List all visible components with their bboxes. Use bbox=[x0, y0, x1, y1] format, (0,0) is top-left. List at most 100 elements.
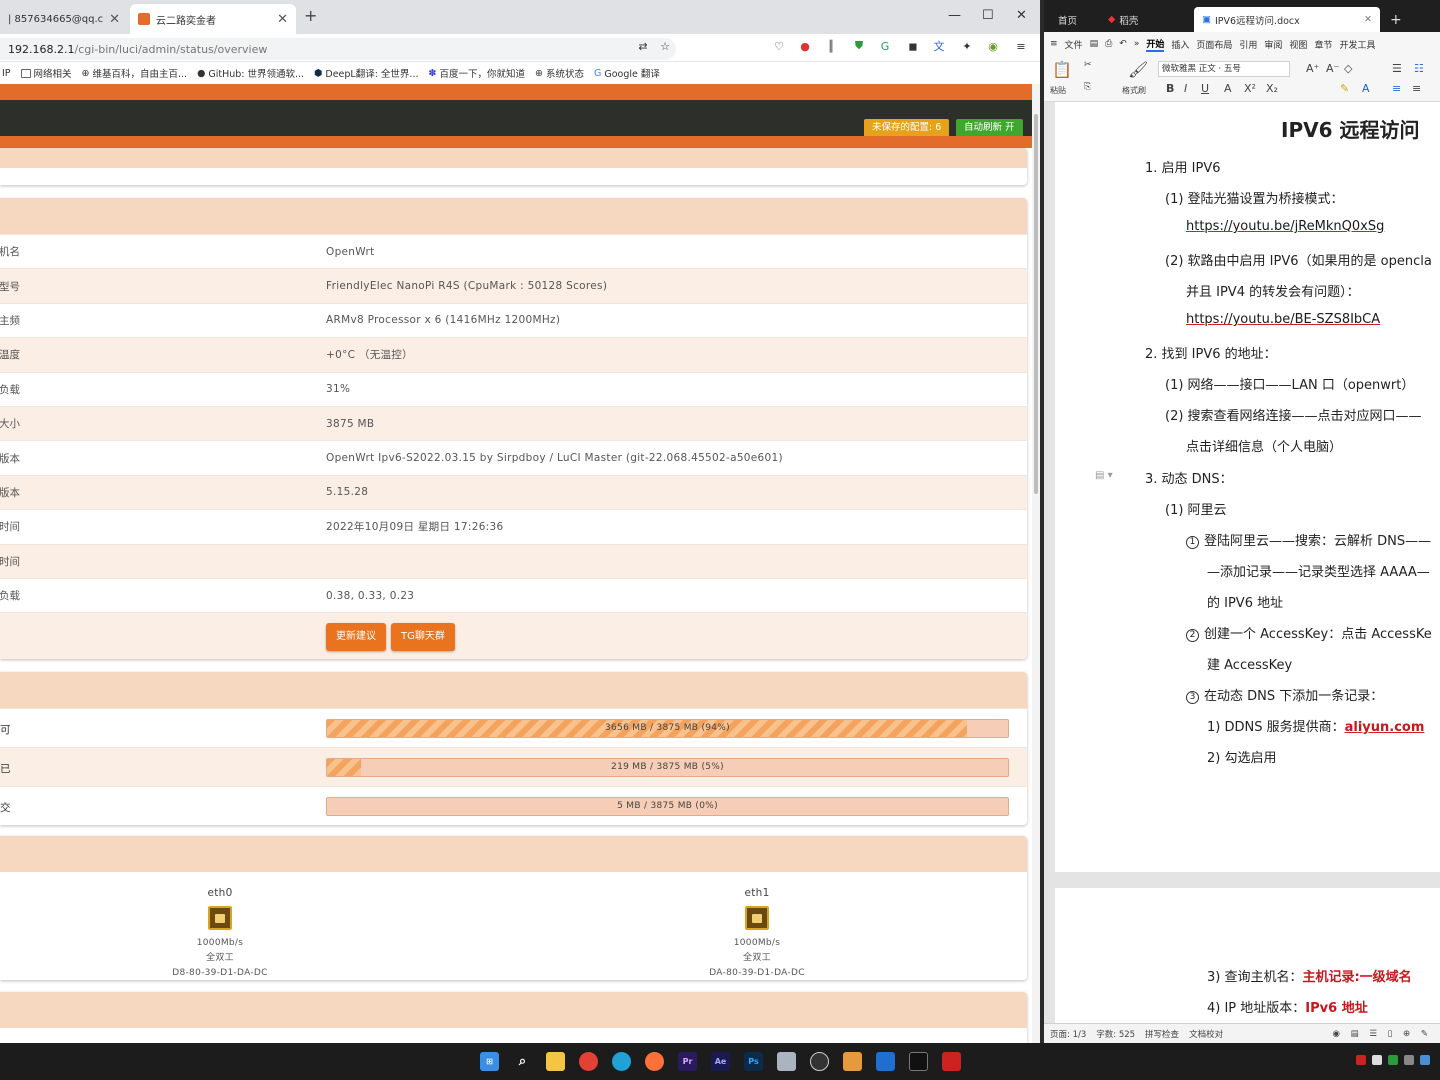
extension-icon[interactable]: ◼ bbox=[906, 39, 920, 53]
font-selector[interactable]: 微软雅黑 正文 · 五号 bbox=[1158, 61, 1290, 77]
menu-icon[interactable]: ≡ bbox=[1050, 39, 1058, 49]
shield-icon[interactable]: ⛊ bbox=[852, 39, 866, 53]
close-icon[interactable]: ✕ bbox=[277, 12, 288, 27]
windows-start-icon[interactable]: ⊞ bbox=[480, 1052, 499, 1071]
proofread-button[interactable]: 文档校对 bbox=[1189, 1028, 1223, 1040]
edge-icon[interactable] bbox=[612, 1052, 631, 1071]
cut-icon[interactable]: ✂ bbox=[1084, 60, 1092, 70]
bookmark-item[interactable]: ⊕ 维基百科，自由主百... bbox=[82, 66, 188, 81]
wps-tab-docer[interactable]: ◆ 稻壳 bbox=[1100, 7, 1146, 32]
align-left-icon[interactable]: ≡ bbox=[1392, 82, 1401, 95]
menu-reference[interactable]: 引用 bbox=[1239, 38, 1257, 51]
view-mode-icons[interactable]: ◉ ▤ ☰ ▯ ⊕ ✎ bbox=[1333, 1029, 1440, 1039]
wps-tab-document[interactable]: ▣ IPV6远程访问.docx ✕ bbox=[1194, 7, 1380, 32]
menu-section[interactable]: 章节 bbox=[1314, 38, 1332, 51]
clear-format-icon[interactable]: ◇ bbox=[1344, 62, 1352, 75]
firefox-icon[interactable] bbox=[645, 1052, 664, 1071]
menu-insert[interactable]: 插入 bbox=[1171, 38, 1189, 51]
wps-icon[interactable] bbox=[942, 1052, 961, 1071]
close-icon[interactable]: ✕ bbox=[109, 12, 120, 27]
unsaved-changes-badge[interactable]: 未保存的配置: 6 bbox=[864, 119, 950, 137]
align-center-icon[interactable]: ≡ bbox=[1412, 82, 1421, 95]
menu-layout[interactable]: 页面布局 bbox=[1196, 38, 1232, 51]
url-field[interactable]: 192.168.2.1/cgi-bin/luci/admin/status/ov… bbox=[0, 38, 676, 60]
bookmark-item[interactable]: G Google 翻译 bbox=[594, 66, 660, 81]
new-tab-button[interactable]: + bbox=[304, 6, 317, 25]
premiere-icon[interactable]: Pr bbox=[678, 1052, 697, 1071]
italic-icon[interactable]: I bbox=[1184, 82, 1187, 95]
new-tab-button[interactable]: + bbox=[1382, 7, 1410, 32]
menu-developer[interactable]: 开发工具 bbox=[1339, 38, 1375, 51]
cloud-tray-icon[interactable] bbox=[1420, 1055, 1430, 1065]
subscript-icon[interactable]: X₂ bbox=[1266, 82, 1278, 95]
security-tray-icon[interactable] bbox=[1388, 1055, 1398, 1065]
bookmark-item[interactable]: ⬢ DeepL翻译: 全世界... bbox=[314, 66, 418, 81]
menu-view[interactable]: 视图 bbox=[1289, 38, 1307, 51]
browser-tab-mail[interactable]: | 857634665@qq.com s ✕ bbox=[0, 4, 128, 34]
bookmark-folder[interactable]: 网络相关 bbox=[20, 66, 72, 80]
wps-tab-home[interactable]: 首页 bbox=[1050, 7, 1085, 32]
file-explorer-icon[interactable] bbox=[546, 1052, 565, 1071]
menu-icon[interactable]: ≡ bbox=[1014, 39, 1028, 53]
translator-icon[interactable]: 文 bbox=[932, 39, 946, 53]
font-color-icon[interactable]: A bbox=[1362, 82, 1370, 95]
maximize-icon[interactable]: ☐ bbox=[982, 8, 994, 23]
underline-icon[interactable]: U bbox=[1201, 82, 1209, 95]
copy-icon[interactable]: ⎘ bbox=[1084, 82, 1091, 92]
paste-label[interactable]: 粘贴 bbox=[1050, 85, 1066, 96]
grammarly-icon[interactable]: G bbox=[878, 39, 892, 53]
chat-tray-icon[interactable] bbox=[1372, 1055, 1382, 1065]
menu-review[interactable]: 审阅 bbox=[1264, 38, 1282, 51]
bookmark-item[interactable]: ⊕ 系统状态 bbox=[535, 66, 584, 81]
menu-start[interactable]: 开始 bbox=[1146, 37, 1165, 52]
scrollbar-thumb[interactable] bbox=[1034, 114, 1038, 494]
shark-icon[interactable] bbox=[876, 1052, 895, 1071]
globe-icon[interactable]: ◉ bbox=[986, 39, 1000, 53]
update-suggestion-button[interactable]: 更新建议 bbox=[326, 623, 386, 652]
undo-icon[interactable]: ↶ bbox=[1119, 39, 1127, 49]
window-close-icon[interactable]: ✕ bbox=[1016, 8, 1027, 23]
browser-tab-active[interactable]: 云二路奕金者 ✕ bbox=[130, 4, 296, 34]
strikethrough-icon[interactable]: A bbox=[1224, 82, 1232, 95]
save-icon[interactable]: ▤ bbox=[1090, 39, 1099, 49]
task-view-icon[interactable] bbox=[777, 1052, 796, 1071]
pocket-icon[interactable]: ♡ bbox=[772, 39, 786, 53]
record-icon[interactable]: ● bbox=[798, 39, 812, 53]
bold-icon[interactable]: B bbox=[1166, 82, 1174, 95]
network-tray-icon[interactable] bbox=[1404, 1055, 1414, 1065]
paragraph-handle-icon[interactable]: ▤ ▾ bbox=[1095, 470, 1113, 481]
terminal-icon[interactable] bbox=[909, 1052, 928, 1071]
wps-tray-icon[interactable] bbox=[1356, 1055, 1366, 1065]
more-icon[interactable]: » bbox=[1134, 39, 1140, 49]
obs-icon[interactable] bbox=[810, 1052, 829, 1071]
photoshop-icon[interactable]: Ps bbox=[744, 1052, 763, 1071]
doc-link[interactable]: https://youtu.be/jReMknQ0xSg bbox=[1186, 219, 1384, 234]
bullet-list-icon[interactable]: ☰ bbox=[1392, 62, 1402, 75]
auto-refresh-toggle[interactable]: 自动刷新 开 bbox=[956, 119, 1023, 137]
numbered-list-icon[interactable]: ☷ bbox=[1414, 62, 1424, 75]
menu-file[interactable]: 文件 bbox=[1065, 38, 1083, 51]
bookmark-item[interactable]: ● GitHub: 世界领通软... bbox=[197, 66, 304, 81]
tg-chat-button[interactable]: TG聊天群 bbox=[391, 623, 455, 652]
library-icon[interactable]: ║ bbox=[824, 39, 838, 53]
close-icon[interactable]: ✕ bbox=[1364, 14, 1372, 25]
bookmark-item[interactable]: IP bbox=[2, 68, 11, 79]
bookmark-star-icon[interactable]: ☆ bbox=[658, 39, 672, 53]
print-icon[interactable]: ⎙ bbox=[1105, 39, 1112, 49]
format-painter-label[interactable]: 格式刷 bbox=[1122, 85, 1146, 96]
spell-check-toggle[interactable]: 拼写检查 bbox=[1145, 1028, 1179, 1040]
doc-link[interactable]: aliyun.com bbox=[1345, 720, 1425, 735]
after-effects-icon[interactable]: Ae bbox=[711, 1052, 730, 1071]
extension-icon[interactable]: ✦ bbox=[960, 39, 974, 53]
doc-link[interactable]: https://youtu.be/BE-SZS8IbCA bbox=[1186, 312, 1380, 327]
search-icon[interactable]: ⌕ bbox=[513, 1052, 532, 1071]
font-grow-icon[interactable]: A⁺ bbox=[1306, 62, 1319, 75]
superscript-icon[interactable]: X² bbox=[1244, 82, 1256, 95]
bookmark-item[interactable]: ✽ 百度一下，你就知道 bbox=[428, 66, 524, 81]
minimize-icon[interactable]: — bbox=[948, 8, 961, 23]
document-area[interactable]: IPV6 远程访问 1. 启用 IPV6 (1) 登陆光猫设置为桥接模式： ht… bbox=[1044, 102, 1440, 1038]
typora-icon[interactable] bbox=[843, 1052, 862, 1071]
chrome-icon[interactable] bbox=[579, 1052, 598, 1071]
format-painter-icon[interactable]: 🖌 bbox=[1128, 60, 1148, 79]
highlight-icon[interactable]: ✎ bbox=[1340, 82, 1349, 95]
